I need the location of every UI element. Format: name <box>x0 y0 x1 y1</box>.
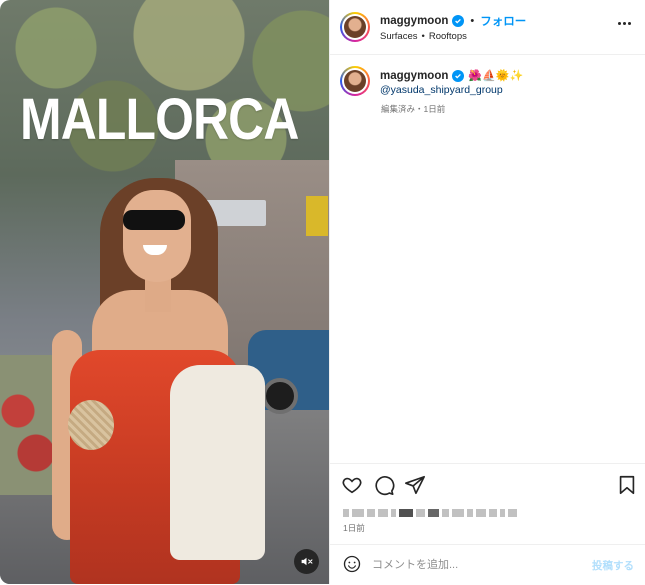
share-icon[interactable] <box>404 474 426 496</box>
post-media[interactable]: MALLORCA <box>0 0 329 584</box>
caption-emojis: 🌺⛵🌞✨ <box>468 69 524 82</box>
action-bar <box>330 463 645 504</box>
bookmark-icon[interactable] <box>616 474 638 496</box>
background-flowers <box>0 355 60 495</box>
face <box>123 190 191 282</box>
post-header: maggymoon • フォロー Surfaces • Rooftops <box>330 0 645 55</box>
verified-badge-icon <box>452 69 465 82</box>
speaker-muted-icon <box>301 557 313 566</box>
avatar[interactable] <box>340 66 370 96</box>
caption-line: maggymoon 🌺⛵🌞✨ <box>380 69 523 82</box>
post-comment-button[interactable]: 投稿する <box>592 558 634 573</box>
instagram-post: MALLORCA maggymoon • フォロー Surfaces • Roo… <box>0 0 645 584</box>
username-link[interactable]: maggymoon <box>380 15 448 27</box>
post-side-panel: maggymoon • フォロー Surfaces • Rooftops mag… <box>329 0 645 584</box>
separator: • <box>470 15 475 27</box>
verified-badge-icon <box>452 15 465 27</box>
avatar[interactable] <box>340 12 370 42</box>
caption-username[interactable]: maggymoon <box>380 70 448 82</box>
car-wheel <box>262 378 298 414</box>
follow-button[interactable]: フォロー <box>480 13 526 29</box>
comment-icon[interactable] <box>373 474 395 496</box>
post-date: 1日前 <box>343 523 365 533</box>
more-options-icon[interactable] <box>618 22 631 25</box>
header-user-row: maggymoon • フォロー <box>380 13 526 29</box>
mute-toggle-button[interactable] <box>294 549 319 574</box>
audio-artist: Surfaces <box>380 31 418 42</box>
media-overlay-title: MALLORCA <box>20 87 299 152</box>
sunglasses <box>123 210 185 230</box>
mention-link[interactable]: @yasuda_shipyard_group <box>380 84 503 96</box>
comment-input[interactable] <box>372 555 582 575</box>
white-cardigan <box>170 365 265 560</box>
likes-summary-redacted[interactable] <box>343 506 517 520</box>
woven-bag <box>68 400 114 450</box>
caption-meta: 編集済み・1日前 <box>381 104 446 114</box>
audio-info[interactable]: Surfaces • Rooftops <box>380 31 467 42</box>
comment-composer: 投稿する <box>330 544 645 585</box>
audio-track: Rooftops <box>428 31 467 42</box>
background-sign-yellow <box>306 196 328 236</box>
emoji-icon[interactable] <box>343 555 361 573</box>
audio-separator: • <box>421 31 425 42</box>
heart-icon[interactable] <box>341 474 363 496</box>
